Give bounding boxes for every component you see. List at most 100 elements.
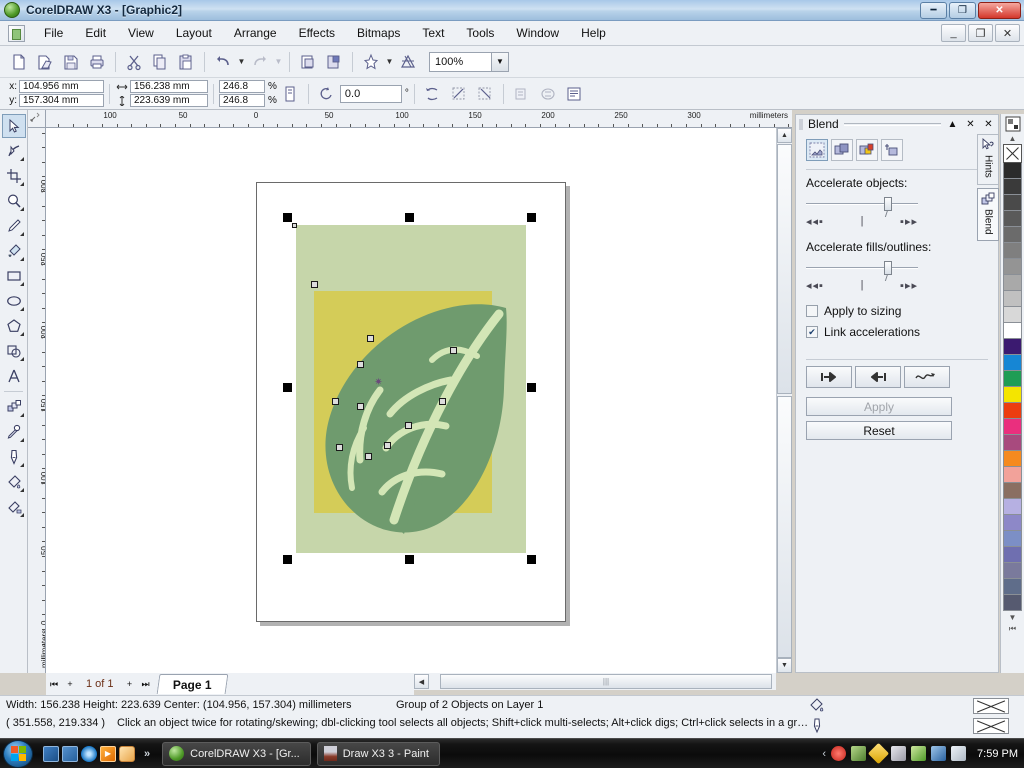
paste-icon[interactable] [174,50,198,74]
media-player-icon[interactable]: ▶ [100,746,116,762]
palette-swatch[interactable] [1003,435,1022,451]
flyout-arrow-icon[interactable] [20,463,24,467]
reset-button[interactable]: Reset [806,421,952,440]
horizontal-scroll-thumb[interactable]: ||| [440,674,772,689]
open-icon[interactable] [33,50,57,74]
object-node[interactable] [311,281,318,288]
flyout-arrow-icon[interactable] [20,488,24,492]
polygon-tool[interactable] [2,314,26,338]
palette-swatch[interactable] [1003,243,1022,259]
menu-effects[interactable]: Effects [288,23,346,43]
palette-swatch[interactable] [1003,579,1022,595]
mirror-horizontal-icon[interactable] [421,82,445,106]
palette-swatch[interactable] [1003,275,1022,291]
palette-swatch[interactable] [1003,595,1022,611]
blend-color-tab[interactable] [856,139,878,161]
menu-help[interactable]: Help [570,23,617,43]
start-orb-icon[interactable] [3,740,33,768]
display-icon[interactable] [891,746,906,761]
to-front-icon[interactable] [473,82,497,106]
outline-pen-icon[interactable] [806,716,828,736]
switch-window-icon[interactable] [62,746,78,762]
palette-swatch[interactable] [1003,259,1022,275]
palette-scroll-up-icon[interactable]: ▲ [1002,133,1024,144]
text-tool[interactable] [2,364,26,388]
palette-swatch[interactable] [1003,531,1022,547]
menu-arrange[interactable]: Arrange [223,23,288,43]
scale-vertical-input[interactable]: 246.8 [219,94,265,107]
palette-swatch[interactable] [1003,371,1022,387]
end-object-button[interactable] [855,366,901,388]
document-system-menu-icon[interactable] [8,25,25,42]
slider-thumb[interactable] [884,261,892,275]
palette-swatch[interactable] [1003,179,1022,195]
chevron-up-icon[interactable]: ▲ [946,118,959,131]
object-node[interactable] [357,361,364,368]
first-page-icon[interactable]: ⏮ [46,676,62,692]
object-width-input[interactable]: 156.238 mm [130,80,208,93]
flyout-arrow-icon[interactable] [20,438,24,442]
object-node[interactable] [292,223,297,228]
chevron-down-icon[interactable]: ▼ [491,53,508,71]
palette-expand-icon[interactable]: ⏮ [1002,623,1024,634]
palette-swatch[interactable] [1003,451,1022,467]
selection-handle-e[interactable] [527,383,536,392]
palette-swatch[interactable] [1003,467,1022,483]
flyout-arrow-icon[interactable] [20,232,24,236]
path-properties-button[interactable] [904,366,950,388]
menu-bitmaps[interactable]: Bitmaps [346,23,411,43]
object-node[interactable] [336,444,343,451]
menu-text[interactable]: Text [411,23,455,43]
palette-scroll-down-icon[interactable]: ▼ [1002,612,1024,623]
palette-swatch[interactable] [1003,323,1022,339]
user-account-icon[interactable] [851,746,866,761]
selection-handle-w[interactable] [283,383,292,392]
object-node[interactable] [332,398,339,405]
pick-tool[interactable] [2,114,26,138]
undo-dropdown-caret-icon[interactable]: ▼ [236,50,247,74]
horizontal-ruler[interactable]: 10050050100150200250300millimeters [46,110,792,128]
ellipse-tool[interactable] [2,289,26,313]
outline-tool[interactable] [2,445,26,469]
print-icon[interactable] [85,50,109,74]
palette-swatch[interactable] [1003,355,1022,371]
volume-icon[interactable] [951,746,966,761]
corel-online-icon[interactable] [396,50,420,74]
vertical-ruler[interactable]: 300250200150100500millimeters [28,128,46,673]
scale-horizontal-input[interactable]: 246.8 [219,80,265,93]
accelerate-objects-slider[interactable] [806,197,988,211]
flyout-arrow-icon[interactable] [20,257,24,261]
menu-window[interactable]: Window [505,23,570,43]
cut-icon[interactable] [122,50,146,74]
basic-shapes-tool[interactable] [2,339,26,363]
palette-swatch[interactable] [1003,227,1022,243]
menu-tools[interactable]: Tools [455,23,505,43]
link-accelerations-checkbox[interactable]: ✔ [806,326,818,338]
launcher-dropdown-caret-icon[interactable]: ▼ [384,50,395,74]
selection-handle-se[interactable] [527,555,536,564]
menu-file[interactable]: File [33,23,74,43]
object-node[interactable] [384,442,391,449]
palette-options-icon[interactable] [1002,115,1024,133]
palette-swatch[interactable] [1003,419,1022,435]
palette-swatch[interactable] [1003,547,1022,563]
flyout-arrow-icon[interactable] [20,282,24,286]
import-icon[interactable] [296,50,320,74]
slider-thumb[interactable] [884,197,892,211]
interactive-blend-tool[interactable] [2,395,26,419]
flyout-arrow-icon[interactable] [20,207,24,211]
flyout-arrow-icon[interactable] [20,357,24,361]
docker-close-icon[interactable]: ✕ [964,118,977,131]
ruler-origin-button[interactable] [28,110,46,128]
internet-explorer-icon[interactable] [81,746,97,762]
selection-handle-sw[interactable] [283,555,292,564]
object-height-input[interactable]: 223.639 mm [130,94,208,107]
new-icon[interactable] [7,50,31,74]
battery-icon[interactable] [911,746,926,761]
taskbar-item-coreldraw[interactable]: CorelDRAW X3 - [Gr... [162,742,311,766]
network-warning-icon[interactable] [931,746,946,761]
smart-fill-tool[interactable] [2,239,26,263]
flyout-arrow-icon[interactable] [20,307,24,311]
palette-swatch[interactable] [1003,499,1022,515]
rectangle-tool[interactable] [2,264,26,288]
